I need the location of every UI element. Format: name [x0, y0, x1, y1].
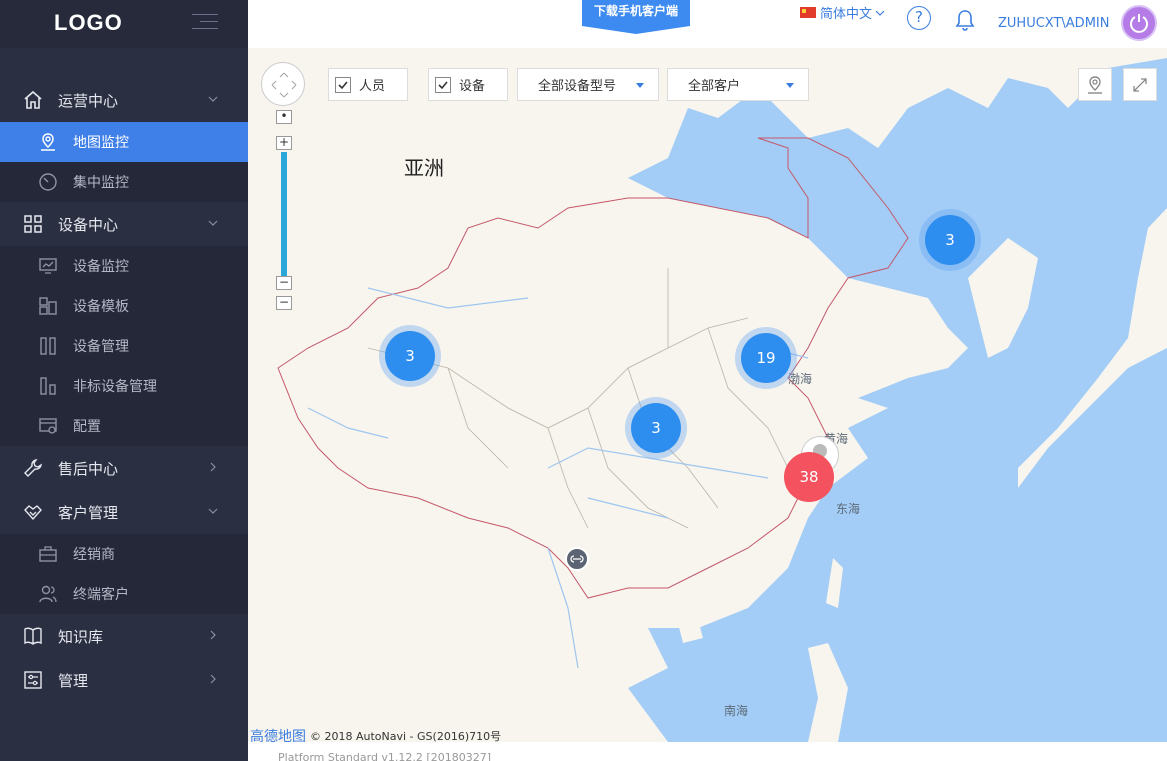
continent-label: 亚洲: [404, 156, 444, 180]
book-icon: [22, 625, 44, 647]
bars-icon: [38, 376, 58, 396]
map-canvas[interactable]: • + − − 人员 设备 全部设备型号 全部客户 亚洲 渤海 黄海 东海 南海…: [248, 48, 1167, 742]
sidebar-item-end-customer[interactable]: 终端客户: [0, 574, 248, 614]
sea-label: 东海: [836, 502, 861, 516]
map-background: [248, 48, 1167, 742]
zoom-out-button[interactable]: −: [276, 296, 292, 310]
zoom-slider[interactable]: • + − −: [276, 110, 292, 310]
zoom-track[interactable]: [281, 152, 287, 278]
map-attribution: 高德地图 © 2018 AutoNavi - GS(2016)710号: [250, 726, 501, 742]
help-icon[interactable]: ?: [907, 6, 931, 30]
sidebar-item-device-monitor[interactable]: 设备监控: [0, 246, 248, 286]
chevron-down-icon: [208, 508, 218, 514]
menu-admin[interactable]: 管理: [0, 658, 248, 702]
briefcase-icon: [38, 544, 58, 564]
menu-label: 知识库: [58, 627, 104, 646]
chevron-right-icon: [210, 462, 216, 472]
language-select[interactable]: 简体中文: [800, 3, 885, 22]
sidebar-item-config[interactable]: 配置: [0, 406, 248, 446]
caret-down-icon: [786, 83, 794, 88]
menu-aftersales[interactable]: 售后中心: [0, 446, 248, 490]
chevron-down-icon: [208, 96, 218, 102]
menu-customers[interactable]: 客户管理: [0, 490, 248, 534]
sea-label: 南海: [724, 704, 749, 718]
power-icon: [1130, 14, 1148, 33]
device-model-select[interactable]: 全部设备型号: [517, 68, 659, 101]
sliders-icon: [22, 669, 44, 691]
filter-device[interactable]: 设备: [428, 68, 508, 101]
map-pin-icon: [1088, 75, 1102, 94]
device-cluster[interactable]: 3: [919, 209, 981, 271]
checkbox-checked-icon[interactable]: [435, 76, 451, 93]
top-header: 下载手机客户端 简体中文 ? ZUHUCXT\ADMIN: [248, 0, 1167, 48]
grid-icon: [22, 213, 44, 235]
device-cluster[interactable]: 19: [735, 327, 797, 389]
menu-knowledge[interactable]: 知识库: [0, 614, 248, 658]
china-flag-icon: [800, 7, 816, 18]
columns-icon: [38, 336, 58, 356]
download-app-button[interactable]: 下载手机客户端: [582, 0, 690, 34]
wrench-icon: [22, 457, 44, 479]
template-icon: [38, 296, 58, 316]
filter-person[interactable]: 人员: [328, 68, 408, 101]
version-text: Platform Standard v1.12.2 [20180327]: [278, 751, 491, 761]
sidebar-item-dealer[interactable]: 经销商: [0, 534, 248, 574]
zoom-origin-icon: •: [276, 110, 292, 124]
sidebar-item-device-template[interactable]: 设备模板: [0, 286, 248, 326]
gauge-icon: [38, 172, 58, 192]
logo-bar: LOGO: [0, 0, 248, 48]
chevron-right-icon: [210, 674, 216, 684]
link-marker-icon[interactable]: [565, 547, 589, 571]
menu-label: 客户管理: [58, 503, 119, 522]
sidebar-item-central-monitor[interactable]: 集中监控: [0, 162, 248, 202]
sidebar-item-device-manage[interactable]: 设备管理: [0, 326, 248, 366]
menu-label: 管理: [58, 671, 89, 690]
footer: Platform Standard v1.12.2 [20180327]: [248, 742, 1167, 761]
locate-button[interactable]: [1078, 68, 1112, 101]
sidebar-item-map-monitor[interactable]: 地图监控: [0, 122, 248, 162]
home-icon: [22, 89, 44, 111]
logo: LOGO: [54, 10, 123, 35]
device-cluster[interactable]: 3: [379, 325, 441, 387]
chevron-down-icon: [208, 220, 218, 226]
menu-operations[interactable]: 运营中心: [0, 78, 248, 122]
menu-label: 设备中心: [58, 215, 119, 234]
customer-select[interactable]: 全部客户: [667, 68, 809, 101]
chevron-down-icon: [875, 10, 885, 16]
amap-logo: 高德地图: [250, 729, 306, 742]
caret-down-icon: [636, 83, 644, 88]
zoom-in-button[interactable]: +: [276, 136, 292, 150]
settings-panel-icon: [38, 416, 58, 436]
checkbox-checked-icon[interactable]: [335, 76, 351, 93]
expand-icon: [1133, 77, 1147, 92]
monitor-chart-icon: [38, 256, 58, 276]
map-pin-icon: [38, 132, 58, 152]
menu-label: 售后中心: [58, 459, 119, 478]
device-cluster[interactable]: 3: [625, 397, 687, 459]
users-icon: [38, 584, 58, 604]
zoom-handle[interactable]: −: [276, 276, 292, 290]
handshake-icon: [22, 501, 44, 523]
username[interactable]: ZUHUCXT\ADMIN: [998, 16, 1109, 31]
bell-icon[interactable]: [954, 8, 976, 32]
sidebar: LOGO 运营中心 地图监控 集中监控 设备中心 设备监控 设备模板 设备管理 …: [0, 0, 248, 761]
menu-devices[interactable]: 设备中心: [0, 202, 248, 246]
menu-toggle-icon[interactable]: [192, 14, 218, 34]
avatar[interactable]: [1121, 5, 1157, 41]
fullscreen-button[interactable]: [1123, 68, 1157, 101]
pan-arrows-icon: [271, 72, 297, 98]
sidebar-item-nonstandard-device[interactable]: 非标设备管理: [0, 366, 248, 406]
alert-cluster[interactable]: 38: [778, 446, 840, 508]
chevron-right-icon: [210, 630, 216, 640]
menu-label: 运营中心: [58, 91, 119, 110]
pan-control[interactable]: [261, 62, 305, 106]
